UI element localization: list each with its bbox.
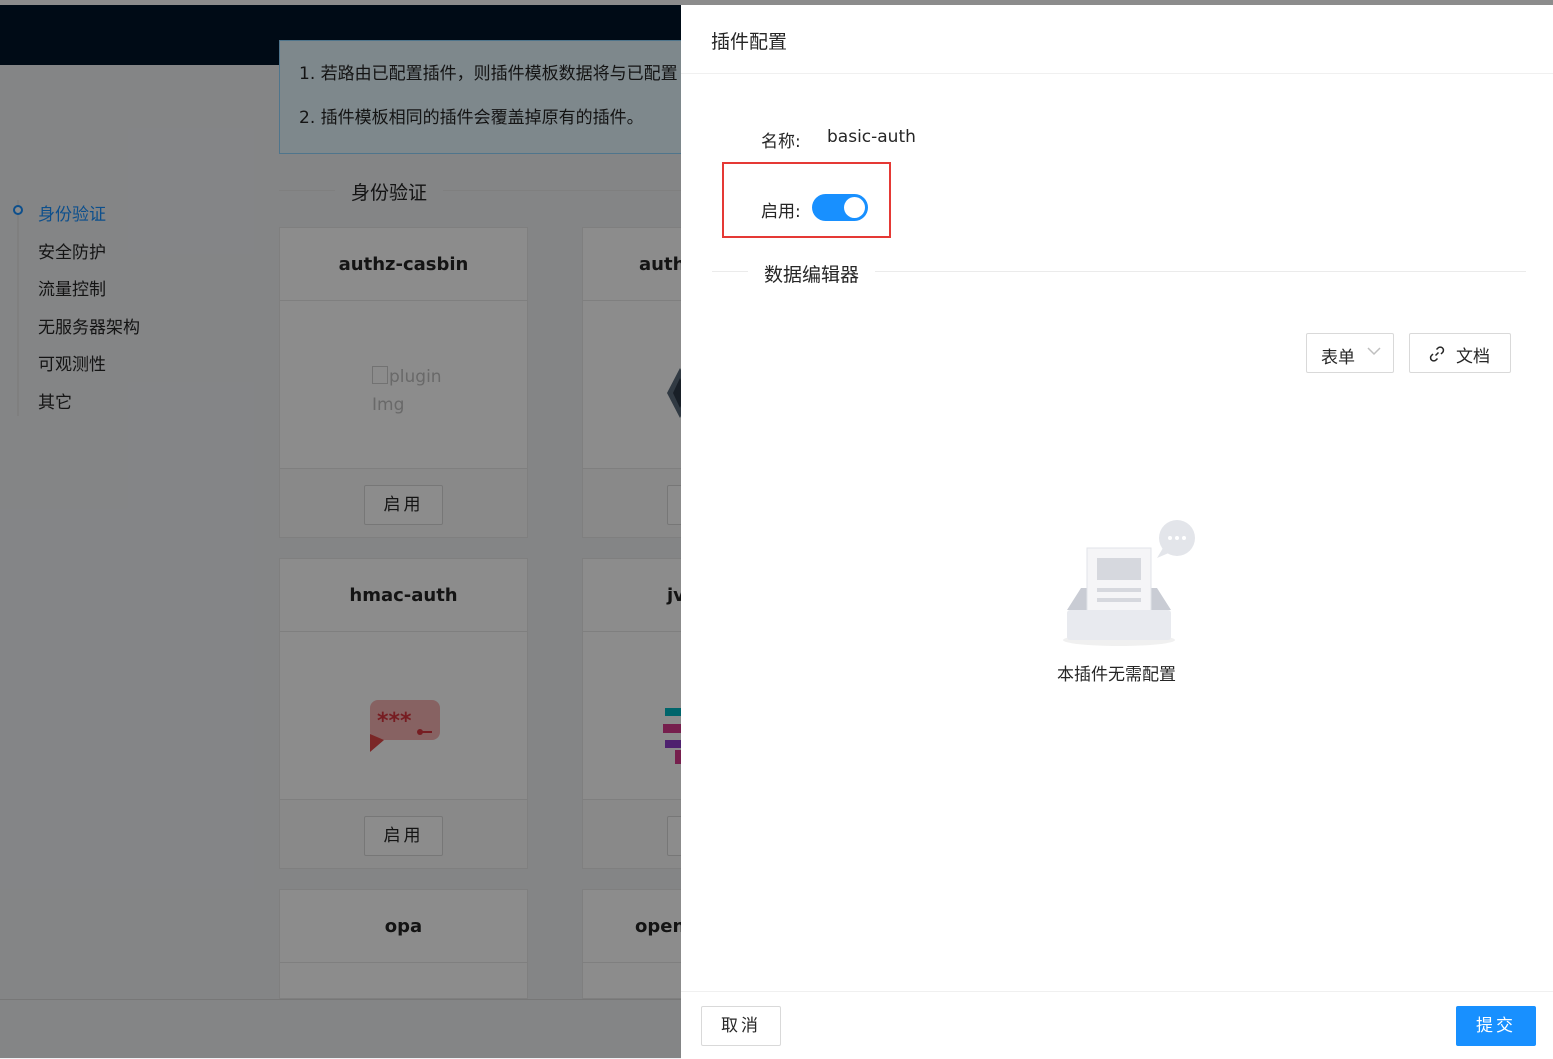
docs-button-label: 文档 bbox=[1456, 347, 1490, 367]
submit-button[interactable]: 提交 bbox=[1456, 1006, 1536, 1046]
select-value: 表单 bbox=[1321, 348, 1355, 368]
enable-switch[interactable] bbox=[812, 194, 868, 221]
name-label: 名称: bbox=[761, 132, 801, 152]
enable-label: 启用: bbox=[761, 202, 801, 222]
link-icon bbox=[1428, 345, 1446, 367]
drawer-header: 插件配置 bbox=[681, 5, 1553, 74]
drawer-footer: 取消 提交 bbox=[681, 991, 1553, 1058]
editor-mode-select[interactable]: 表单 bbox=[1306, 333, 1394, 373]
empty-inbox-icon bbox=[1063, 520, 1195, 646]
chevron-down-icon bbox=[1367, 341, 1381, 365]
plugin-config-drawer: 插件配置 名称: basic-auth 启用: 数据编辑器 表单 文档 本插件无… bbox=[681, 5, 1553, 1058]
docs-button[interactable]: 文档 bbox=[1409, 333, 1511, 373]
empty-description: 本插件无需配置 bbox=[1057, 665, 1176, 685]
drawer-title: 插件配置 bbox=[711, 31, 788, 53]
data-editor-title: 数据编辑器 bbox=[748, 260, 876, 287]
switch-knob bbox=[844, 197, 865, 218]
empty-state: 本插件无需配置 bbox=[1057, 520, 1207, 700]
cancel-button[interactable]: 取消 bbox=[701, 1006, 781, 1046]
plugin-name-value: basic-auth bbox=[827, 127, 916, 147]
